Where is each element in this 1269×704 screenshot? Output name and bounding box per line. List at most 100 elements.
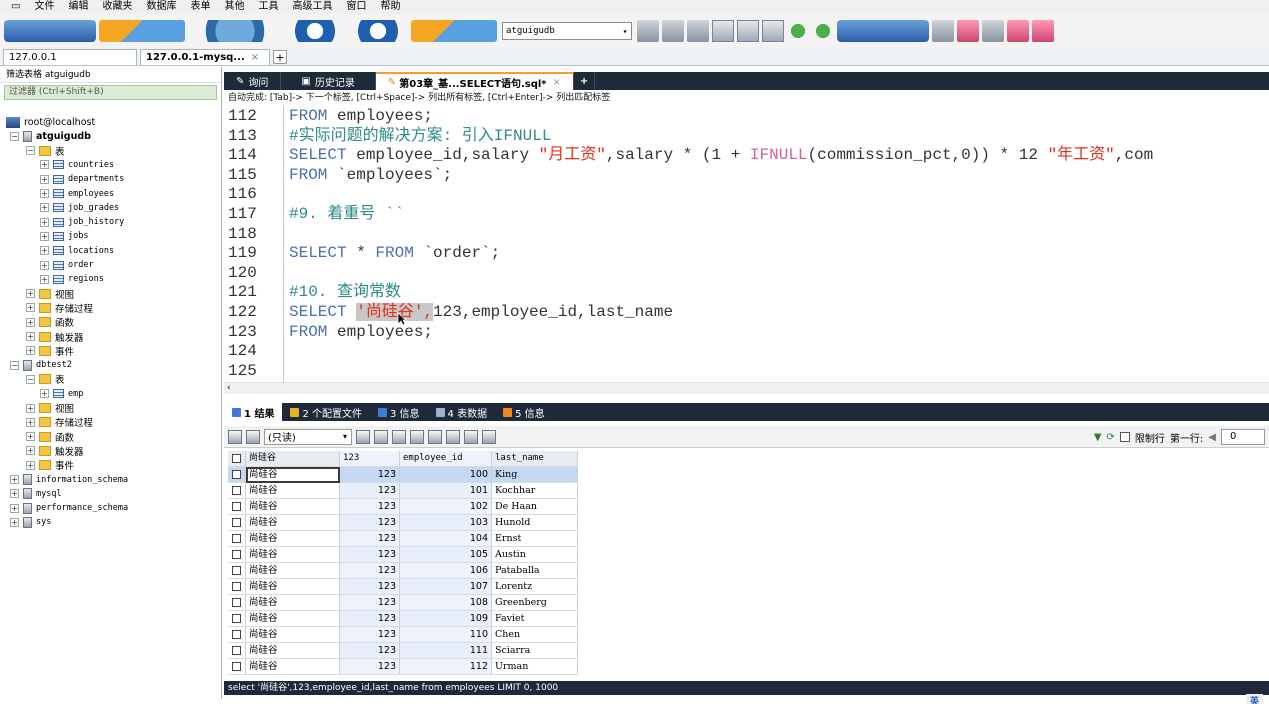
result-tab[interactable]: 4 表数据 — [428, 403, 496, 421]
editor-horizontal-scrollbar[interactable]: ‹ — [224, 382, 1269, 394]
database-selector[interactable]: atguigudb ▾ — [502, 22, 632, 40]
result-mode-select[interactable]: (只读) ▾ — [264, 428, 352, 445]
tree-node[interactable]: + performance_schema — [10, 501, 128, 515]
grid-cell[interactable]: 123 — [340, 531, 400, 547]
monitor-icon[interactable] — [982, 20, 1004, 42]
grid-cell[interactable]: 110 — [400, 627, 492, 643]
grid-cell[interactable]: 101 — [400, 483, 492, 499]
grid-cell[interactable]: Sciarra — [492, 643, 578, 659]
tree-node[interactable]: + locations — [40, 244, 114, 258]
migration-icon[interactable] — [837, 20, 929, 42]
tree-node[interactable]: + mysql — [10, 487, 62, 501]
filter-icon[interactable]: ▼ — [1094, 432, 1102, 443]
table-row[interactable]: 尚硅谷 123 112 Urman — [228, 659, 578, 675]
row-checkbox[interactable] — [232, 518, 241, 527]
grid-cell[interactable]: 123 — [340, 547, 400, 563]
grid-cell[interactable]: Ernst — [492, 531, 578, 547]
grid-cell[interactable]: 123 — [340, 483, 400, 499]
menu-item[interactable]: 高级工具 — [285, 0, 339, 14]
tree-node[interactable]: + 函数 — [26, 315, 74, 329]
expand-icon[interactable]: + — [10, 489, 19, 499]
table-row[interactable]: 尚硅谷 123 100 King — [228, 467, 578, 483]
grid-cell[interactable]: 103 — [400, 515, 492, 531]
row-checkbox[interactable] — [232, 582, 241, 591]
grid-cell[interactable]: 100 — [400, 467, 492, 483]
grid-cell[interactable]: Lorentz — [492, 579, 578, 595]
tree-node[interactable]: + 存储过程 — [26, 301, 93, 315]
row-checkbox[interactable] — [232, 470, 241, 479]
tree-node[interactable]: + 触发器 — [26, 330, 84, 344]
cancel-icon[interactable] — [428, 429, 442, 444]
refresh-icon[interactable]: ⟳ — [1107, 432, 1115, 443]
grid-cell[interactable]: 123 — [340, 595, 400, 611]
expand-icon[interactable]: + — [40, 217, 49, 227]
tree-node[interactable]: + employees — [40, 187, 114, 201]
grid-cell[interactable]: 123 — [340, 643, 400, 659]
menu-item[interactable]: 编辑 — [61, 0, 95, 14]
grid-header-cell[interactable]: last_name — [492, 451, 578, 467]
schema-designer-icon[interactable] — [637, 20, 659, 42]
menu-item[interactable]: 数据库 — [139, 0, 183, 14]
close-icon[interactable]: × — [553, 77, 561, 88]
menu-item[interactable]: 文件 — [27, 0, 61, 14]
expand-icon[interactable]: + — [26, 403, 35, 413]
collapse-icon[interactable]: − — [10, 131, 19, 141]
expand-icon[interactable]: + — [40, 231, 49, 241]
expand-icon[interactable]: + — [26, 303, 35, 313]
grid-cell[interactable]: 123 — [340, 467, 400, 483]
tree-node[interactable]: + 事件 — [26, 344, 74, 358]
grid-cell[interactable]: 尚硅谷 — [246, 563, 340, 579]
grid-cell[interactable]: 尚硅谷 — [246, 531, 340, 547]
menu-item[interactable]: 表单 — [183, 0, 217, 14]
grid-cell[interactable]: 尚硅谷 — [246, 579, 340, 595]
collapse-icon[interactable]: − — [26, 374, 35, 384]
new-connection-icon[interactable] — [99, 20, 185, 42]
tree-node[interactable]: + job_history — [40, 215, 124, 229]
grid-cell[interactable]: 尚硅谷 — [246, 643, 340, 659]
row-checkbox[interactable] — [232, 566, 241, 575]
tree-node[interactable]: + information_schema — [10, 473, 128, 487]
add-connection-tab-button[interactable]: + — [273, 50, 287, 64]
grid-cell[interactable]: Greenberg — [492, 595, 578, 611]
query-builder-icon[interactable] — [662, 20, 684, 42]
grid-cell[interactable]: 尚硅谷 — [246, 547, 340, 563]
tab-query[interactable]: ✎ 询问 — [224, 72, 282, 90]
tree-node[interactable]: + 视图 — [26, 287, 74, 301]
grid-cell[interactable]: 109 — [400, 611, 492, 627]
notify-icon[interactable] — [932, 20, 954, 42]
table-row[interactable]: 尚硅谷 123 109 Faviet — [228, 611, 578, 627]
row-checkbox[interactable] — [232, 646, 241, 655]
grid-cell[interactable]: 123 — [340, 579, 400, 595]
text-view-icon[interactable] — [482, 429, 496, 444]
tree-node[interactable]: + job_grades — [40, 201, 119, 215]
user-manager-icon[interactable] — [957, 20, 979, 42]
row-checkbox[interactable] — [232, 534, 241, 543]
execute-query-icon[interactable] — [188, 20, 282, 42]
filter-input[interactable]: 过滤器 (Ctrl+Shift+B) — [4, 85, 217, 100]
grid-cell[interactable]: Hunold — [492, 515, 578, 531]
grid-cell[interactable]: 111 — [400, 643, 492, 659]
result-tab[interactable]: 5 信息 — [495, 403, 553, 421]
expand-icon[interactable]: + — [26, 432, 35, 442]
tree-node[interactable]: + 视图 — [26, 401, 74, 415]
tree-node[interactable]: − dbtest2 — [10, 358, 72, 372]
grid-cell[interactable]: 123 — [340, 659, 400, 675]
row-checkbox[interactable] — [232, 486, 241, 495]
expand-icon[interactable]: + — [26, 332, 35, 341]
tree-node[interactable]: − 表 — [26, 372, 65, 386]
grid-header-cell[interactable]: 123 — [340, 451, 400, 467]
form-view-icon[interactable] — [464, 429, 478, 444]
delete-row-icon[interactable] — [410, 429, 424, 444]
stop-icon[interactable] — [348, 20, 408, 42]
grid-cell[interactable]: De Haan — [492, 499, 578, 515]
grid-cell[interactable]: 尚硅谷 — [246, 595, 340, 611]
tab-sql-file[interactable]: ✎ 第03章_基...SELECT语句.sql* × — [375, 72, 574, 90]
tree-node[interactable]: + 函数 — [26, 430, 74, 444]
result-tab[interactable]: 3 信息 — [370, 403, 428, 421]
tree-node[interactable]: root@localhost — [6, 115, 95, 129]
job-icon[interactable] — [812, 20, 834, 42]
expand-icon[interactable]: + — [26, 346, 35, 356]
expand-icon[interactable]: + — [10, 503, 19, 513]
expand-icon[interactable]: + — [40, 274, 49, 284]
table-row[interactable]: 尚硅谷 123 111 Sciarra — [228, 643, 578, 659]
